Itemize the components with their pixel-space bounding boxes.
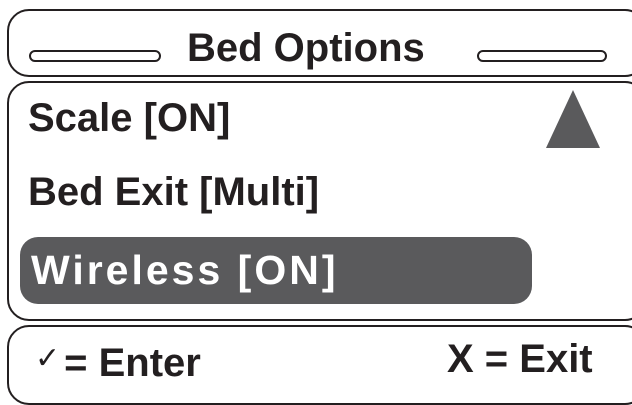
title-decoration-left xyxy=(29,50,161,62)
enter-hint[interactable]: ✓ = Enter xyxy=(35,335,201,387)
menu-item-scale[interactable]: Scale [ON] xyxy=(28,94,230,142)
triangle-up-icon[interactable] xyxy=(544,88,602,150)
menu-item-bed-exit[interactable]: Bed Exit [Multi] xyxy=(28,168,319,216)
footer-bar: ✓ = Enter X = Exit xyxy=(7,325,632,405)
checkmark-icon: ✓ xyxy=(35,342,61,375)
menu-item-wireless[interactable]: Wireless [ON] xyxy=(20,237,532,304)
menu-list: Scale [ON] Bed Exit [Multi] Wireless [ON… xyxy=(7,81,632,321)
enter-label: = Enter xyxy=(64,341,201,385)
exit-hint[interactable]: X = Exit xyxy=(447,335,593,383)
title-decoration-right xyxy=(477,50,607,62)
page-title: Bed Options xyxy=(187,26,425,70)
title-bar: Bed Options xyxy=(7,9,632,77)
